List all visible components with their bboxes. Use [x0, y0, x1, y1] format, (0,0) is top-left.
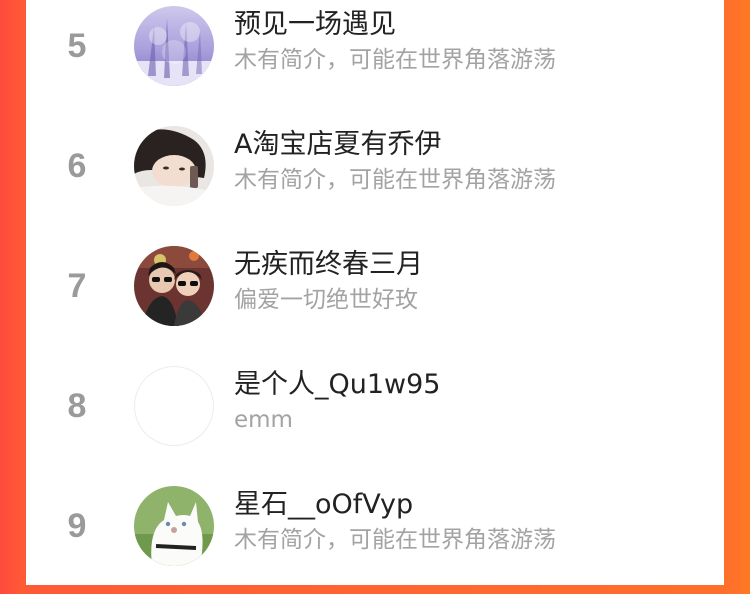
- rank-number: 7: [67, 267, 87, 305]
- white-cat-avatar[interactable]: [134, 486, 214, 566]
- rank-number: 9: [67, 507, 87, 545]
- ranking-list: 5 预见一场遇见 木有简介，可能在世界角落游荡 6 A淘宝店夏有乔伊 木有简介，…: [26, 0, 724, 585]
- user-name[interactable]: 星石__oOfVyp: [234, 487, 413, 523]
- user-bio: 木有简介，可能在世界角落游荡: [234, 47, 556, 73]
- user-name[interactable]: 无疾而终春三月: [234, 247, 423, 283]
- rank-number: 8: [67, 387, 87, 425]
- snowy-forest-avatar[interactable]: [134, 6, 214, 86]
- blank-avatar[interactable]: [134, 366, 214, 446]
- list-item[interactable]: 9 星石__oOfVyp 木有简介，可能在世界角落游荡: [26, 474, 724, 594]
- user-bio: emm: [234, 407, 293, 433]
- user-name[interactable]: 预见一场遇见: [234, 7, 396, 43]
- user-bio: 木有简介，可能在世界角落游荡: [234, 167, 556, 193]
- list-item[interactable]: 5 预见一场遇见 木有简介，可能在世界角落游荡: [26, 0, 724, 114]
- rank-number: 6: [67, 147, 87, 185]
- girl-portrait-avatar[interactable]: [134, 126, 214, 206]
- list-item[interactable]: 8 是个人_Qu1w95 emm: [26, 354, 724, 474]
- list-item[interactable]: 6 A淘宝店夏有乔伊 木有简介，可能在世界角落游荡: [26, 114, 724, 234]
- user-bio: 木有简介，可能在世界角落游荡: [234, 527, 556, 553]
- user-name[interactable]: A淘宝店夏有乔伊: [234, 127, 441, 163]
- list-item[interactable]: 7 无疾而终春三月 偏爱一切绝世好玫: [26, 234, 724, 354]
- user-name[interactable]: 是个人_Qu1w95: [234, 367, 440, 403]
- couple-sunglasses-avatar[interactable]: [134, 246, 214, 326]
- user-bio: 偏爱一切绝世好玫: [234, 287, 418, 313]
- rank-number: 5: [67, 27, 87, 65]
